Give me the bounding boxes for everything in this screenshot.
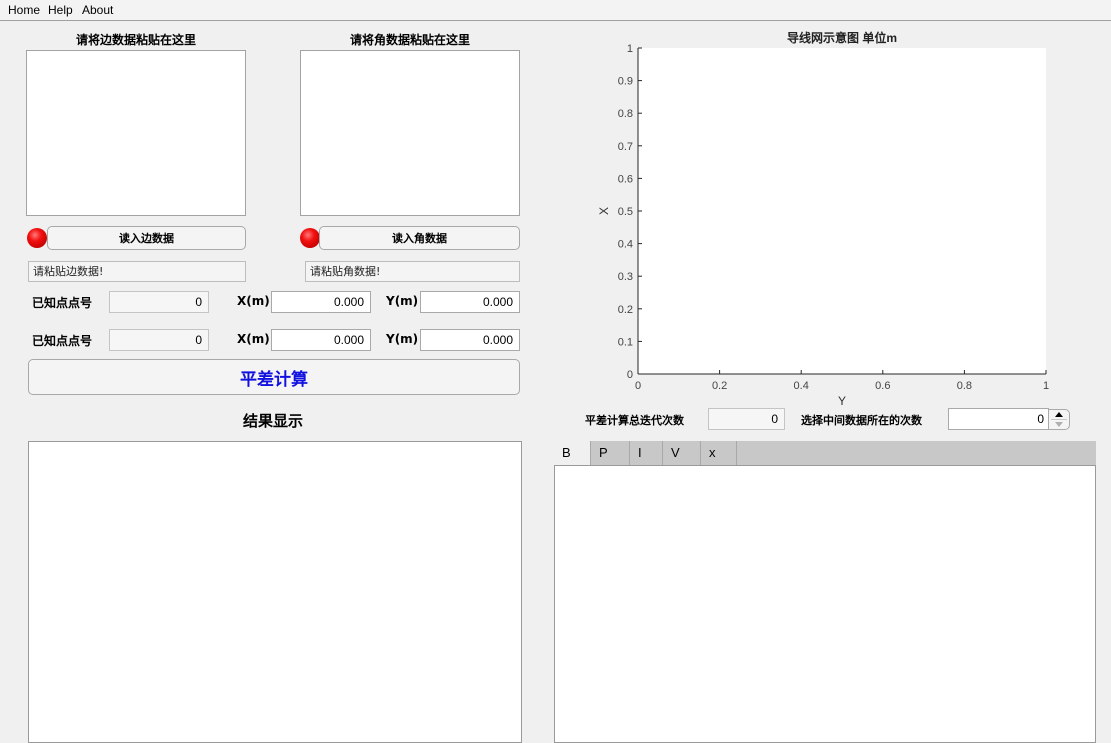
x-label: X(m) bbox=[237, 294, 270, 308]
results-display[interactable] bbox=[28, 441, 522, 743]
y-label: Y(m) bbox=[386, 294, 419, 308]
known-point-id-field[interactable]: 0 bbox=[109, 329, 209, 351]
edge-status-text: 请粘贴边数据! bbox=[28, 261, 246, 282]
angle-status-led-icon bbox=[300, 228, 320, 248]
edge-status-led-icon bbox=[27, 228, 47, 248]
chart-y-label: X bbox=[597, 207, 611, 215]
plot-area bbox=[638, 48, 1046, 374]
angle-status-text: 请粘贴角数据! bbox=[305, 261, 520, 282]
y-tick-label: 0.3 bbox=[618, 271, 633, 283]
y-coordinate-field[interactable]: 0.000 bbox=[420, 329, 520, 351]
tab-content-panel[interactable] bbox=[554, 465, 1096, 743]
tab-p[interactable]: P bbox=[591, 441, 630, 465]
y-tick-label: 0.1 bbox=[618, 336, 633, 348]
menu-about[interactable]: About bbox=[82, 3, 113, 17]
tab-x[interactable]: x bbox=[701, 441, 737, 465]
select-iteration-input[interactable]: 0 bbox=[948, 408, 1049, 430]
iteration-spinner[interactable] bbox=[1048, 409, 1070, 430]
adjustment-calculate-button[interactable]: 平差计算 bbox=[28, 359, 520, 395]
known-point-id-field[interactable]: 0 bbox=[109, 291, 209, 313]
y-tick-label: 0.6 bbox=[618, 173, 633, 185]
x-tick-label: 0.6 bbox=[875, 380, 890, 392]
traverse-network-chart: 0 0.2 0.4 0.6 0.8 1 0 0.1 0.2 0.3 0.4 0.5 0.6 0.7 0.8 0… bbox=[597, 30, 1049, 408]
x-tick-label: 0.2 bbox=[712, 380, 727, 392]
y-label: Y(m) bbox=[386, 332, 419, 346]
tab-b[interactable]: B bbox=[554, 441, 591, 465]
y-tick-label: 0.2 bbox=[618, 304, 633, 316]
tab-i[interactable]: I bbox=[630, 441, 663, 465]
y-coordinate-field[interactable]: 0.000 bbox=[420, 291, 520, 313]
total-iterations-label: 平差计算总迭代次数 bbox=[585, 414, 684, 427]
y-tick-label: 0.4 bbox=[618, 239, 633, 251]
x-label: X(m) bbox=[237, 332, 270, 346]
chart-x-label: Y bbox=[838, 394, 846, 408]
results-title: 结果显示 bbox=[243, 412, 304, 430]
y-tick-label: 0.5 bbox=[618, 206, 633, 218]
x-tick-label: 0 bbox=[635, 380, 641, 392]
x-coordinate-field[interactable]: 0.000 bbox=[271, 329, 371, 351]
edge-data-input[interactable] bbox=[26, 50, 246, 216]
chart-title: 导线网示意图 单位m bbox=[787, 30, 897, 45]
data-tab-bar: B P I V x bbox=[554, 441, 1096, 465]
angle-data-input[interactable] bbox=[300, 50, 520, 216]
edge-data-title: 请将边数据粘贴在这里 bbox=[75, 33, 196, 47]
read-edge-data-button[interactable]: 读入边数据 bbox=[47, 226, 246, 250]
tab-v[interactable]: V bbox=[663, 441, 701, 465]
menu-bar: Home Help About bbox=[0, 0, 1111, 21]
spinner-down-icon[interactable] bbox=[1049, 420, 1069, 429]
y-tick-label: 0.8 bbox=[618, 108, 633, 120]
x-tick-label: 1 bbox=[1043, 380, 1049, 392]
known-point-label: 已知点点号 bbox=[32, 296, 93, 310]
total-iterations-field: 0 bbox=[708, 408, 785, 430]
y-tick-label: 0.9 bbox=[618, 76, 633, 88]
menu-home[interactable]: Home bbox=[8, 3, 40, 17]
x-tick-label: 0.8 bbox=[957, 380, 972, 392]
known-point-label: 已知点点号 bbox=[32, 334, 93, 348]
angle-data-title: 请将角数据粘贴在这里 bbox=[349, 33, 470, 47]
x-coordinate-field[interactable]: 0.000 bbox=[271, 291, 371, 313]
select-iteration-label: 选择中间数据所在的次数 bbox=[801, 414, 922, 427]
y-tick-label: 1 bbox=[627, 43, 633, 55]
y-tick-label: 0.7 bbox=[618, 141, 633, 153]
x-tick-label: 0.4 bbox=[794, 380, 809, 392]
spinner-up-icon[interactable] bbox=[1049, 410, 1069, 419]
menu-help[interactable]: Help bbox=[48, 3, 73, 17]
read-angle-data-button[interactable]: 读入角数据 bbox=[319, 226, 520, 250]
y-tick-label: 0 bbox=[627, 369, 633, 381]
